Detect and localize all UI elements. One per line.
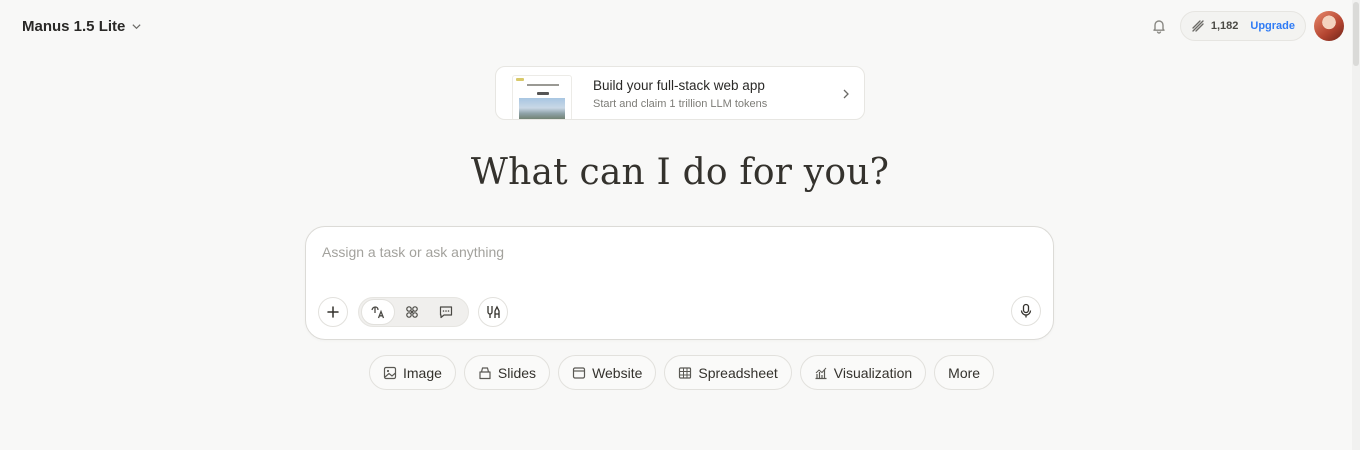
voice-input-button[interactable] <box>1011 296 1041 326</box>
chat-icon <box>439 306 453 319</box>
chip-more[interactable]: More <box>934 355 995 390</box>
chip-visualization[interactable]: Visualization <box>799 355 927 390</box>
promo-banner[interactable]: Build your full-stack web app Start and … <box>495 66 865 120</box>
network-mode-button[interactable] <box>395 299 429 325</box>
top-right-actions: 1,182 Upgrade <box>1146 10 1344 42</box>
chip-spreadsheet[interactable]: Spreadsheet <box>664 355 792 390</box>
promo-subtitle: Start and claim 1 trillion LLM tokens <box>593 98 768 110</box>
image-icon <box>383 366 397 379</box>
credits-count: 1,182 <box>1210 20 1239 32</box>
scrollbar[interactable] <box>1352 0 1360 450</box>
model-name: Manus 1.5 Lite <box>22 17 126 35</box>
page: Manus 1.5 Lite 1,182 Upgrade Build your … <box>0 0 1360 450</box>
agent-mode-button[interactable] <box>361 299 395 325</box>
chip-website[interactable]: Website <box>558 355 657 390</box>
network-icon <box>406 306 418 318</box>
chip-label: Visualization <box>833 364 913 381</box>
chip-image[interactable]: Image <box>369 355 456 390</box>
chip-label: Slides <box>497 364 537 381</box>
spreadsheet-icon <box>679 366 692 379</box>
add-attachment-button[interactable] <box>318 297 348 327</box>
scrollbar-thumb[interactable] <box>1353 2 1359 66</box>
task-composer <box>305 226 1054 340</box>
promo-thumbnail <box>512 75 572 119</box>
notification-button[interactable] <box>1146 13 1172 39</box>
model-switcher[interactable]: Manus 1.5 Lite <box>22 14 142 38</box>
website-icon <box>572 366 586 379</box>
quick-actions: Image Slides Website Spreadsheet Visuali… <box>369 355 995 390</box>
chip-label: More <box>948 364 981 381</box>
chevron-right-icon <box>843 89 849 99</box>
agent-mode-icon <box>371 306 385 319</box>
credits-pill[interactable]: 1,182 Upgrade <box>1179 11 1306 41</box>
visualization-icon <box>815 367 827 379</box>
chip-label: Spreadsheet <box>698 364 778 381</box>
chat-mode-button[interactable] <box>429 299 463 325</box>
mode-selector <box>358 297 469 327</box>
promo-title: Build your full-stack web app <box>593 78 765 93</box>
microphone-icon <box>1020 303 1032 318</box>
tools-icon <box>487 305 500 318</box>
task-input[interactable] <box>322 241 1022 263</box>
avatar[interactable] <box>1314 11 1344 41</box>
chevron-down-icon <box>132 23 141 29</box>
credits-icon <box>1192 20 1204 32</box>
chip-label: Image <box>403 364 442 381</box>
plus-icon <box>327 306 339 318</box>
upgrade-button[interactable]: Upgrade <box>1250 20 1295 32</box>
slides-icon <box>479 366 491 379</box>
chip-slides[interactable]: Slides <box>463 355 551 390</box>
bell-icon <box>1153 20 1165 34</box>
chip-label: Website <box>592 364 643 381</box>
tools-button[interactable] <box>478 297 508 327</box>
page-title: What can I do for you? <box>470 152 890 193</box>
